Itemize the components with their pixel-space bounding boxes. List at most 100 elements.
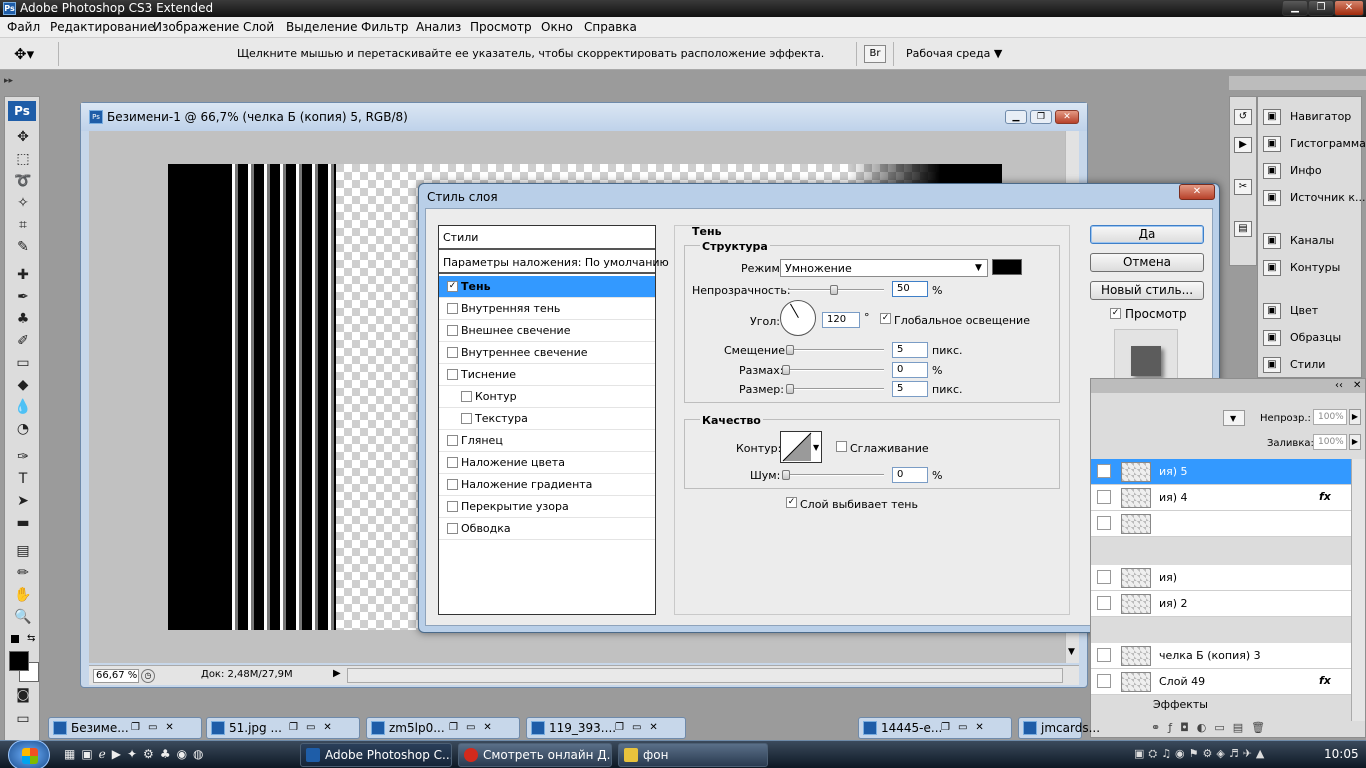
panel-navigator[interactable]: ▣ Навигатор: [1258, 104, 1361, 131]
lasso-tool-icon[interactable]: ➰: [9, 171, 37, 191]
crop-tool-icon[interactable]: ⌗: [9, 215, 37, 235]
contour-picker[interactable]: ▼: [780, 431, 822, 463]
style-item-checkbox[interactable]: [447, 435, 458, 446]
maximize-button[interactable]: ❐: [1308, 0, 1334, 16]
antialias-checkbox[interactable]: [836, 441, 847, 452]
doc-minimize-button[interactable]: ▁: [1005, 110, 1027, 124]
status-menu-icon[interactable]: ◷: [141, 669, 155, 683]
style-item-checkbox[interactable]: [447, 457, 458, 468]
blend-mode-select[interactable]: ▼: [1223, 410, 1245, 426]
type-tool-icon[interactable]: T: [9, 469, 37, 489]
panel-paths[interactable]: ▣ Контуры: [1258, 255, 1361, 282]
menu-filter[interactable]: Фильтр: [361, 20, 408, 35]
hand-tool-icon[interactable]: ✋: [9, 585, 37, 605]
status-arrow-icon[interactable]: ▶: [333, 668, 341, 679]
layer-fill-input[interactable]: 100%: [1313, 434, 1347, 450]
layer-row[interactable]: ия) 4 fx: [1091, 485, 1351, 511]
paint-bucket-icon[interactable]: ◆: [9, 375, 37, 395]
new-style-button[interactable]: Новый стиль...: [1090, 281, 1204, 300]
history-brush-icon[interactable]: ✐: [9, 331, 37, 351]
panel-swatches[interactable]: ▣ Образцы: [1258, 325, 1361, 352]
system-tray-icons[interactable]: ▣⛭♫◉⚑⚙◈♬✈▲: [1134, 747, 1324, 763]
size-input[interactable]: 5: [892, 381, 928, 397]
style-item[interactable]: ✓ Тень: [439, 276, 655, 298]
visibility-toggle[interactable]: [1097, 674, 1111, 688]
brush-tool-icon[interactable]: ✒: [9, 287, 37, 307]
layer-opacity-input[interactable]: 100%: [1313, 409, 1347, 425]
styles-header[interactable]: Стили: [439, 226, 655, 250]
minimized-document[interactable]: 51.jpg ... ❐▭✕: [206, 717, 360, 739]
mode-select[interactable]: Умножение ▼: [780, 259, 988, 277]
minimized-document[interactable]: Безиме... ❐▭✕: [48, 717, 202, 739]
minimized-document[interactable]: zm5lp0... ❐▭✕: [366, 717, 520, 739]
distance-slider-knob[interactable]: [786, 345, 794, 355]
spread-slider[interactable]: [788, 369, 884, 371]
opacity-input[interactable]: 50: [892, 281, 928, 297]
noise-slider[interactable]: [788, 474, 884, 476]
spread-input[interactable]: 0: [892, 362, 928, 378]
style-item-checkbox[interactable]: [461, 413, 472, 424]
taskbar-item-photoshop[interactable]: Adobe Photoshop C...: [300, 743, 452, 767]
distance-input[interactable]: 5: [892, 342, 928, 358]
close-icon[interactable]: ✕: [1353, 379, 1361, 392]
layer-row[interactable]: ия) 2: [1091, 591, 1351, 617]
collapse-icon[interactable]: ▸▸: [4, 76, 18, 90]
minimized-document[interactable]: 119_393.... ❐▭✕: [526, 717, 686, 739]
window-controls-icon[interactable]: ❐▭✕: [131, 718, 182, 738]
horizontal-scrollbar[interactable]: [347, 668, 1063, 683]
style-item[interactable]: Контур: [439, 386, 655, 408]
zoom-tool-icon[interactable]: 🔍: [9, 607, 37, 627]
panel-channels[interactable]: ▣ Каналы: [1258, 228, 1361, 255]
dialog-close-button[interactable]: ✕: [1179, 184, 1215, 200]
opacity-slider-knob[interactable]: [830, 285, 838, 295]
menu-edit[interactable]: Редактирование: [50, 20, 155, 35]
style-item-checkbox[interactable]: [447, 523, 458, 534]
fill-arrow-icon[interactable]: ▶: [1349, 434, 1361, 450]
menu-view[interactable]: Просмотр: [470, 20, 532, 35]
preview-checkbox[interactable]: ✓: [1110, 308, 1121, 319]
actions-icon[interactable]: ▶: [1234, 137, 1252, 153]
visibility-toggle[interactable]: [1097, 516, 1111, 530]
window-controls-icon[interactable]: ❐▭✕: [615, 718, 666, 738]
notes-tool-icon[interactable]: ▤: [9, 541, 37, 561]
noise-input[interactable]: 0: [892, 467, 928, 483]
eraser-tool-icon[interactable]: ▭: [9, 353, 37, 373]
cancel-button[interactable]: Отмена: [1090, 253, 1204, 272]
panel-info[interactable]: ▣ Инфо: [1258, 158, 1361, 185]
bridge-icon[interactable]: Br: [864, 45, 886, 63]
style-item-checkbox[interactable]: [447, 347, 458, 358]
slice-tool-icon[interactable]: ✎: [9, 237, 37, 257]
opacity-arrow-icon[interactable]: ▶: [1349, 409, 1361, 425]
collapse-icon[interactable]: ‹‹: [1335, 379, 1343, 392]
visibility-toggle[interactable]: [1097, 570, 1111, 584]
doc-close-button[interactable]: ✕: [1055, 110, 1079, 124]
style-item-checkbox[interactable]: [447, 501, 458, 512]
history-icon[interactable]: ↺: [1234, 109, 1252, 125]
layer-row[interactable]: ия): [1091, 565, 1351, 591]
shadow-color-swatch[interactable]: [992, 259, 1022, 275]
noise-slider-knob[interactable]: [782, 470, 790, 480]
shape-tool-icon[interactable]: ▬: [9, 513, 37, 533]
style-item[interactable]: Глянец: [439, 430, 655, 452]
scroll-down-icon[interactable]: ▼: [1068, 647, 1075, 657]
visibility-toggle[interactable]: [1097, 648, 1111, 662]
window-controls-icon[interactable]: ❐▭✕: [449, 718, 500, 738]
doc-maximize-button[interactable]: ❐: [1030, 110, 1052, 124]
layer-row[interactable]: челка Б (копия) 3: [1091, 643, 1351, 669]
start-button[interactable]: [8, 740, 50, 768]
size-slider-knob[interactable]: [786, 384, 794, 394]
minimize-button[interactable]: ▁: [1282, 0, 1308, 16]
move-tool-preset-icon[interactable]: ✥▾: [14, 45, 34, 63]
style-item-checkbox[interactable]: [447, 369, 458, 380]
dodge-tool-icon[interactable]: ◔: [9, 419, 37, 439]
visibility-toggle[interactable]: [1097, 596, 1111, 610]
tool-presets-icon[interactable]: ✂: [1234, 179, 1252, 195]
style-item[interactable]: Внешнее свечение: [439, 320, 655, 342]
menu-image[interactable]: Изображение: [153, 20, 239, 35]
style-item[interactable]: Текстура: [439, 408, 655, 430]
layer-row[interactable]: ия) 5: [1091, 459, 1351, 485]
path-select-icon[interactable]: ➤: [9, 491, 37, 511]
style-item-checkbox[interactable]: [447, 303, 458, 314]
style-item[interactable]: Наложение градиента: [439, 474, 655, 496]
style-item[interactable]: Перекрытие узора: [439, 496, 655, 518]
